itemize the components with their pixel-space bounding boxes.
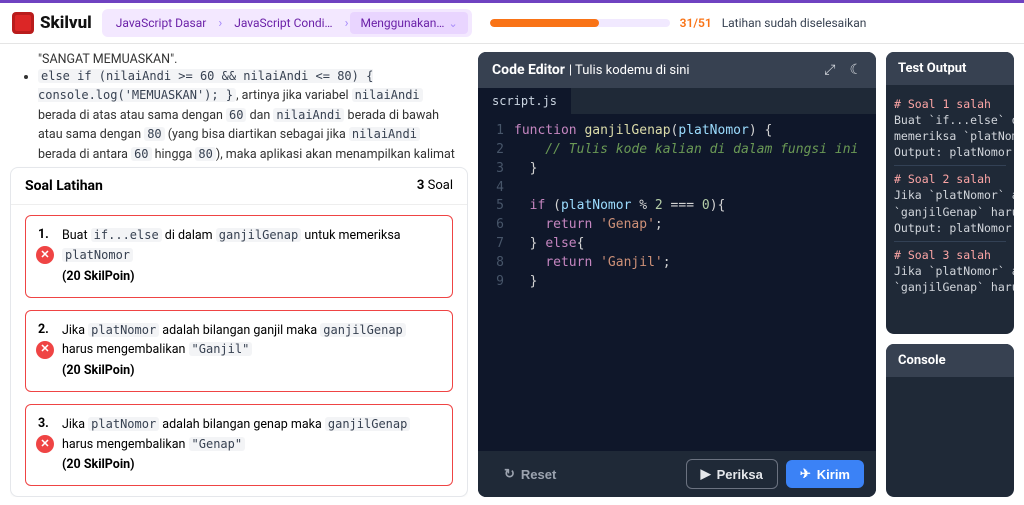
soal-num: 3. — [38, 415, 49, 434]
reset-button[interactable]: ↻ Reset — [490, 460, 570, 488]
console-card: Console — [886, 344, 1014, 497]
periksa-button[interactable]: ▶ Periksa — [686, 459, 778, 489]
x-icon: ✕ — [36, 341, 54, 359]
editor-header: Code Editor | Tulis kodemu di sini ⤢ ☾ — [478, 52, 876, 88]
lesson-content: "SANGAT MEMUASKAN". else if (nilaiAndi >… — [10, 52, 468, 165]
chevron-right-icon: › — [216, 16, 224, 31]
soal-item: 2. ✕ Jika platNomor adalah bilangan ganj… — [25, 310, 453, 392]
brand-name: Skilvul — [40, 13, 92, 33]
crumb-3[interactable]: Menggunakan… ⌄ — [350, 12, 467, 34]
test-block: # Soal 1 salah Buat `if...else` di dalam… — [894, 91, 1006, 166]
editor-subtitle: | Tulis kodemu di sini — [569, 63, 690, 78]
soal-title: Soal Latihan — [25, 178, 103, 194]
tab-row: script.js — [478, 88, 876, 114]
progress-bar — [490, 19, 670, 27]
send-icon: ✈ — [800, 466, 811, 482]
editor-footer: ↻ Reset ▶ Periksa ✈ Kirim — [478, 451, 876, 497]
poin: (20 SkilPoin) — [62, 362, 440, 381]
code-area[interactable]: 1function ganjilGenap(platNomor) { 2 // … — [478, 114, 876, 451]
soal-num: 2. — [38, 321, 49, 340]
test-block: # Soal 2 salah Jika `platNomor` adalah `… — [894, 166, 1006, 241]
x-icon: ✕ — [36, 246, 54, 264]
right-pane: Test Output # Soal 1 salah Buat `if...el… — [886, 52, 1014, 497]
x-icon: ✕ — [36, 435, 54, 453]
soal-card: Soal Latihan 3 Soal 1. ✕ Buat if...else … — [10, 167, 468, 497]
chevron-right-icon: › — [343, 16, 351, 31]
lesson-pane: "SANGAT MEMUASKAN". else if (nilaiAndi >… — [10, 52, 468, 497]
soal-item: 3. ✕ Jika platNomor adalah bilangan gena… — [25, 404, 453, 486]
soal-num: 1. — [38, 226, 49, 245]
breadcrumb: JavaScript Dasar › JavaScript Condi… › M… — [102, 9, 472, 37]
console-body — [886, 377, 1014, 497]
chevron-down-icon: ⌄ — [448, 17, 457, 30]
poin: (20 SkilPoin) — [62, 456, 440, 475]
progress-fill — [490, 19, 600, 27]
moon-icon[interactable]: ☾ — [849, 62, 862, 78]
crumb-3-label: Menggunakan… — [360, 16, 444, 30]
lesson-bullet: else if (nilaiAndi >= 60 && nilaiAndi <=… — [38, 67, 458, 165]
header: Skilvul JavaScript Dasar › JavaScript Co… — [0, 3, 1024, 44]
editor-title: Code Editor — [492, 62, 565, 78]
progress-label: Latihan sudah diselesaikan — [722, 16, 867, 30]
soal-item: 1. ✕ Buat if...else di dalam ganjilGenap… — [25, 215, 453, 297]
main-area: "SANGAT MEMUASKAN". else if (nilaiAndi >… — [0, 44, 1024, 505]
soal-list: 1. ✕ Buat if...else di dalam ganjilGenap… — [11, 205, 467, 496]
play-icon: ▶ — [701, 466, 711, 482]
logo[interactable]: Skilvul — [12, 12, 92, 34]
reset-icon: ↻ — [504, 466, 515, 482]
crumb-2[interactable]: JavaScript Condi… — [224, 12, 342, 34]
editor-pane: Code Editor | Tulis kodemu di sini ⤢ ☾ s… — [478, 52, 876, 497]
file-tab[interactable]: script.js — [478, 88, 571, 114]
editor-tools: ⤢ ☾ — [824, 62, 862, 78]
test-output-title: Test Output — [886, 52, 1014, 85]
test-block: # Soal 3 salah Jika `platNomor` adalah `… — [894, 242, 1006, 300]
poin: (20 SkilPoin) — [62, 268, 440, 287]
kirim-button[interactable]: ✈ Kirim — [786, 460, 864, 488]
test-output-card: Test Output # Soal 1 salah Buat `if...el… — [886, 52, 1014, 334]
test-output-body: # Soal 1 salah Buat `if...else` di dalam… — [886, 85, 1014, 306]
console-title: Console — [886, 344, 1014, 377]
crumb-1[interactable]: JavaScript Dasar — [106, 12, 217, 34]
expand-icon[interactable]: ⤢ — [824, 62, 835, 78]
progress: 31/51 Latihan sudah diselesaikan — [490, 16, 1012, 30]
logo-icon — [12, 12, 34, 34]
soal-header: Soal Latihan 3 Soal — [11, 168, 467, 205]
progress-count: 31/51 — [680, 16, 712, 30]
soal-count: 3 Soal — [417, 178, 453, 194]
